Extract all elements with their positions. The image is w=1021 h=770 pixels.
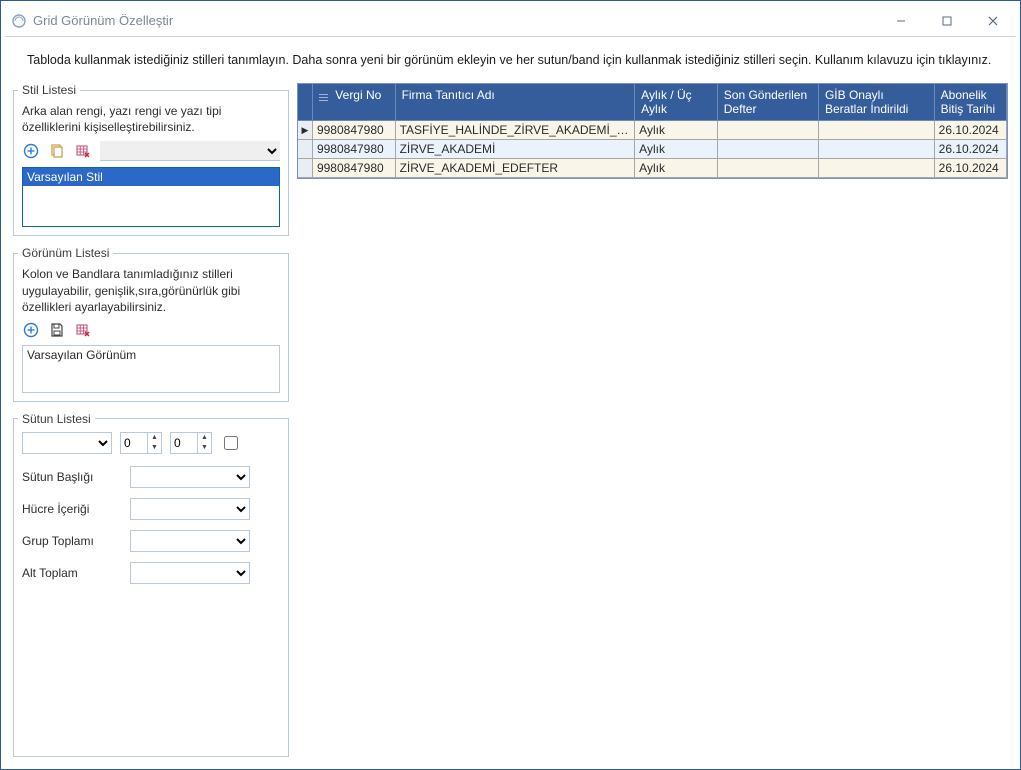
column-width-spin[interactable]: ▲ ▼ bbox=[170, 432, 212, 454]
close-button[interactable] bbox=[970, 5, 1016, 37]
minimize-icon bbox=[896, 16, 906, 26]
column-visible-checkbox[interactable] bbox=[224, 436, 238, 450]
table-row[interactable]: 9980847980 ZİRVE_AKADEMİ_EDEFTER Aylık 2… bbox=[298, 159, 1007, 178]
spin-down[interactable]: ▼ bbox=[147, 443, 161, 453]
group-total-label: Grup Toplamı bbox=[22, 534, 122, 548]
instruction-text: Tabloda kullanmak istediğiniz stilleri t… bbox=[13, 45, 1008, 83]
column-select[interactable] bbox=[22, 432, 112, 454]
spin-up[interactable]: ▲ bbox=[197, 433, 211, 443]
cell-gib[interactable] bbox=[818, 159, 934, 178]
group-total-style-select[interactable] bbox=[130, 530, 250, 552]
cell-gib[interactable] bbox=[818, 121, 934, 140]
col-header-aylik[interactable]: Aylık / Üç Aylık bbox=[635, 84, 718, 121]
col-header-abonelik[interactable]: Abonelik Bitiş Tarihi bbox=[934, 84, 1006, 121]
cell-vergi-no[interactable]: 9980847980 bbox=[312, 140, 395, 159]
cell-aylik[interactable]: Aylık bbox=[635, 159, 718, 178]
style-list-item[interactable]: Varsayılan Stil bbox=[23, 168, 279, 186]
cell-gib[interactable] bbox=[818, 140, 934, 159]
col-header-gib[interactable]: GİB Onaylı Beratlar İndirildi bbox=[818, 84, 934, 121]
cell-firma[interactable]: ZİRVE_AKADEMİ_EDEFTER bbox=[395, 159, 635, 178]
titlebar: Grid Görünüm Özelleştir bbox=[5, 5, 1016, 37]
style-font-dropdown[interactable] bbox=[100, 141, 280, 161]
grid-delete-icon bbox=[75, 143, 91, 159]
column-list-legend: Sütun Listesi bbox=[18, 412, 95, 426]
col-header-vergi-no-label: Vergi No bbox=[335, 88, 381, 102]
cell-aylik[interactable]: Aylık bbox=[635, 121, 718, 140]
style-list-panel: Stil Listesi Arka alan rengi, yazı rengi… bbox=[13, 83, 289, 236]
column-header-label: Sütun Başlığı bbox=[22, 470, 122, 484]
add-view-button[interactable] bbox=[22, 321, 40, 339]
close-icon bbox=[988, 16, 998, 26]
cell-abonelik[interactable]: 26.10.2024 bbox=[934, 121, 1006, 140]
column-width-value[interactable] bbox=[171, 436, 197, 450]
cell-vergi-no[interactable]: 9980847980 bbox=[312, 121, 395, 140]
column-order-value[interactable] bbox=[121, 436, 147, 450]
copy-sheet-icon bbox=[49, 143, 65, 159]
save-icon bbox=[49, 322, 65, 338]
delete-style-button[interactable] bbox=[74, 142, 92, 160]
sub-total-style-select[interactable] bbox=[130, 562, 250, 584]
cell-aylik[interactable]: Aylık bbox=[635, 140, 718, 159]
cell-abonelik[interactable]: 26.10.2024 bbox=[934, 159, 1006, 178]
maximize-icon bbox=[942, 16, 952, 26]
cell-sondefter[interactable] bbox=[717, 121, 818, 140]
view-listbox[interactable]: Varsayılan Görünüm bbox=[22, 345, 280, 393]
window-title: Grid Görünüm Özelleştir bbox=[33, 13, 173, 28]
cell-sondefter[interactable] bbox=[717, 159, 818, 178]
cell-sondefter[interactable] bbox=[717, 140, 818, 159]
table-row[interactable]: ▶ 9980847980 TASFİYE_HALİNDE_ZİRVE_AKADE… bbox=[298, 121, 1007, 140]
view-list-desc: Kolon ve Bandlara tanımladığınız stiller… bbox=[22, 266, 280, 315]
cell-firma[interactable]: ZİRVE_AKADEMİ bbox=[395, 140, 635, 159]
column-menu-icon bbox=[319, 91, 329, 101]
sub-total-label: Alt Toplam bbox=[22, 566, 122, 580]
grid-delete-icon bbox=[75, 322, 91, 338]
column-order-spin[interactable]: ▲ ▼ bbox=[120, 432, 162, 454]
cell-vergi-no[interactable]: 9980847980 bbox=[312, 159, 395, 178]
style-list-desc: Arka alan rengi, yazı rengi ve yazı tipi… bbox=[22, 103, 280, 135]
col-header-sondefter[interactable]: Son Gönderilen Defter bbox=[717, 84, 818, 121]
row-indicator: ▶ bbox=[298, 121, 312, 140]
delete-view-button[interactable] bbox=[74, 321, 92, 339]
save-view-button[interactable] bbox=[48, 321, 66, 339]
style-listbox[interactable]: Varsayılan Stil bbox=[22, 167, 280, 227]
spin-down[interactable]: ▼ bbox=[197, 443, 211, 453]
plus-circle-icon bbox=[23, 143, 39, 159]
cell-abonelik[interactable]: 26.10.2024 bbox=[934, 140, 1006, 159]
plus-circle-icon bbox=[23, 322, 39, 338]
grid-indicator-header bbox=[298, 84, 312, 121]
view-list-item[interactable]: Varsayılan Görünüm bbox=[27, 348, 275, 362]
column-list-panel: Sütun Listesi ▲ ▼ bbox=[13, 412, 289, 757]
row-indicator bbox=[298, 140, 312, 159]
minimize-button[interactable] bbox=[878, 5, 924, 37]
table-row[interactable]: 9980847980 ZİRVE_AKADEMİ Aylık 26.10.202… bbox=[298, 140, 1007, 159]
add-style-button[interactable] bbox=[22, 142, 40, 160]
cell-firma[interactable]: TASFİYE_HALİNDE_ZİRVE_AKADEMİ_EDEFTER bbox=[395, 121, 635, 140]
spin-up[interactable]: ▲ bbox=[147, 433, 161, 443]
cell-content-label: Hücre İçeriği bbox=[22, 502, 122, 516]
style-list-legend: Stil Listesi bbox=[18, 83, 80, 97]
view-list-legend: Görünüm Listesi bbox=[18, 246, 113, 260]
data-grid[interactable]: Vergi No Firma Tanıtıcı Adı Aylık / Üç A… bbox=[297, 83, 1008, 179]
view-list-panel: Görünüm Listesi Kolon ve Bandlara tanıml… bbox=[13, 246, 289, 402]
copy-style-button[interactable] bbox=[48, 142, 66, 160]
col-header-firma[interactable]: Firma Tanıtıcı Adı bbox=[395, 84, 635, 121]
col-header-vergi-no[interactable]: Vergi No bbox=[312, 84, 395, 121]
cell-content-style-select[interactable] bbox=[130, 498, 250, 520]
maximize-button[interactable] bbox=[924, 5, 970, 37]
app-icon bbox=[11, 13, 27, 29]
row-indicator bbox=[298, 159, 312, 178]
column-header-style-select[interactable] bbox=[130, 466, 250, 488]
